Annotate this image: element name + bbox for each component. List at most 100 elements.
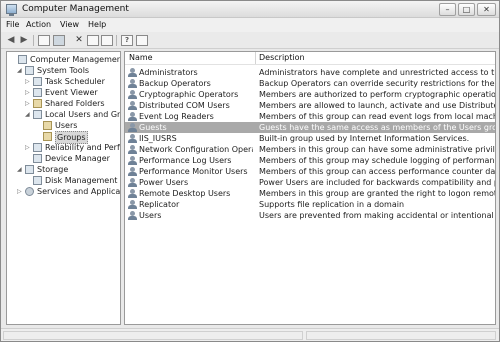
group-description: Guests have the same access as members o… [259,123,495,132]
tree-item-label: Users [55,121,78,130]
group-name: Remote Desktop Users [139,189,231,198]
group-icon [128,90,137,99]
tree-item-shared-folders[interactable]: ▷ Shared Folders [7,98,120,109]
group-description: Power Users are included for backwards c… [259,178,495,187]
toolbar: ◀ ▶ ✕ ? [1,32,499,49]
folder-icon [33,99,42,108]
mmc-icon[interactable] [136,35,148,46]
export-list-icon[interactable] [101,35,113,46]
table-row[interactable]: Administrators Administrators have comple… [125,67,495,78]
groups-list[interactable]: Name Description Administrators Administr… [124,51,496,325]
header-divider [125,64,495,65]
table-row[interactable]: Cryptographic Operators Members are autho… [125,89,495,100]
group-icon [128,189,137,198]
group-icon [128,178,137,187]
minimize-button[interactable]: – [439,3,456,16]
computer-management-window: Computer Management – □ ✕ File Action Vi… [0,0,500,342]
show-hide-tree-icon[interactable] [53,35,65,46]
collapse-arrow-icon[interactable]: ◢ [17,164,24,175]
collapse-arrow-icon[interactable]: ◢ [17,65,24,76]
tree-item-label: Task Scheduler [45,77,105,86]
close-button[interactable]: ✕ [477,3,496,16]
tree-item-storage[interactable]: ◢ Storage [7,164,120,175]
delete-icon[interactable]: ✕ [73,35,85,46]
tree-item-label: Disk Management [45,176,118,185]
menu-view[interactable]: View [60,20,79,29]
group-icon [128,79,137,88]
expand-arrow-icon[interactable]: ▷ [25,98,32,109]
group-description: Supports file replication in a domain [259,200,405,209]
menu-file[interactable]: File [6,20,19,29]
column-divider[interactable] [255,52,256,64]
table-row[interactable]: Remote Desktop Users Members in this grou… [125,188,495,199]
title-bar[interactable]: Computer Management – □ ✕ [1,1,499,18]
group-description: Members in this group are granted the ri… [259,189,495,198]
toolbar-separator [33,35,34,46]
tree-item-users[interactable]: Users [7,120,120,131]
group-icon [128,123,137,132]
group-description: Backup Operators can override security r… [259,79,495,88]
group-description: Built-in group used by Internet Informat… [259,134,470,143]
table-row[interactable]: Performance Log Users Members of this gro… [125,155,495,166]
group-icon [128,68,137,77]
help-icon[interactable]: ? [121,35,133,46]
group-name: Backup Operators [139,79,211,88]
group-description: Members of this group can read event log… [259,112,495,121]
menu-bar: File Action View Help [1,18,499,32]
table-row[interactable]: Network Configuration Operators Members i… [125,144,495,155]
back-arrow-icon[interactable]: ◀ [5,35,17,46]
status-panel [306,331,496,340]
up-folder-icon[interactable] [38,35,50,46]
tree-item-task-scheduler[interactable]: ▷ Task Scheduler [7,76,120,87]
tree-item-groups[interactable]: Groups [7,131,120,144]
computer-icon [18,55,27,64]
group-name: Power Users [139,178,189,187]
tree-item-label: Event Viewer [45,88,98,97]
column-header-name[interactable]: Name [129,52,153,64]
tree-item-device-manager[interactable]: Device Manager [7,153,120,164]
table-row[interactable]: Power Users Power Users are included for … [125,177,495,188]
table-row[interactable]: Backup Operators Backup Operators can ove… [125,78,495,89]
folder-icon [43,132,52,141]
group-name: Performance Log Users [139,156,232,165]
menu-help[interactable]: Help [88,20,106,29]
table-row[interactable]: Replicator Supports file replication in a… [125,199,495,210]
tree-item-event-viewer[interactable]: ▷ Event Viewer [7,87,120,98]
menu-action[interactable]: Action [26,20,51,29]
table-row[interactable]: IIS_IUSRS Built-in group used by Internet… [125,133,495,144]
group-description: Members are allowed to launch, activate … [259,101,495,110]
group-description: Users are prevented from making accident… [259,211,495,220]
table-row[interactable]: Performance Monitor Users Members of this… [125,166,495,177]
table-row[interactable]: Distributed COM Users Members are allowed… [125,100,495,111]
device-icon [33,154,42,163]
properties-icon[interactable] [87,35,99,46]
table-row[interactable]: Guests Guests have the same access as mem… [125,122,495,133]
tree-item-system-tools[interactable]: ◢ System Tools [7,65,120,76]
collapse-arrow-icon[interactable]: ◢ [25,109,32,120]
group-icon [128,211,137,220]
group-name: Users [139,211,162,220]
expand-arrow-icon[interactable]: ▷ [17,186,24,197]
tree-item-reliability-and-performa[interactable]: ▷ Reliability and Performa [7,142,120,153]
tree-item-disk-management[interactable]: Disk Management [7,175,120,186]
expand-arrow-icon[interactable]: ▷ [25,76,32,87]
disk-icon [33,176,42,185]
computer-management-icon [6,4,17,16]
tree-item-local-users-and-groups[interactable]: ◢ Local Users and Groups [7,109,120,120]
column-header-description[interactable]: Description [259,52,305,64]
status-bar [1,328,499,341]
console-tree[interactable]: Computer Management (Local◢System Tools▷… [6,51,121,325]
maximize-button[interactable]: □ [458,3,475,16]
expand-arrow-icon[interactable]: ▷ [25,142,32,153]
expand-arrow-icon[interactable]: ▷ [25,87,32,98]
group-name: Event Log Readers [139,112,214,121]
tree-item-computer-management-local[interactable]: Computer Management (Local [7,54,120,65]
tree-item-services-and-applications[interactable]: ▷ Services and Applications [7,186,120,197]
table-row[interactable]: Users Users are prevented from making acc… [125,210,495,221]
group-icon [128,145,137,154]
tools-icon [25,66,34,75]
forward-arrow-icon[interactable]: ▶ [18,35,30,46]
storage-icon [25,165,34,174]
group-icon [128,134,137,143]
table-row[interactable]: Event Log Readers Members of this group c… [125,111,495,122]
